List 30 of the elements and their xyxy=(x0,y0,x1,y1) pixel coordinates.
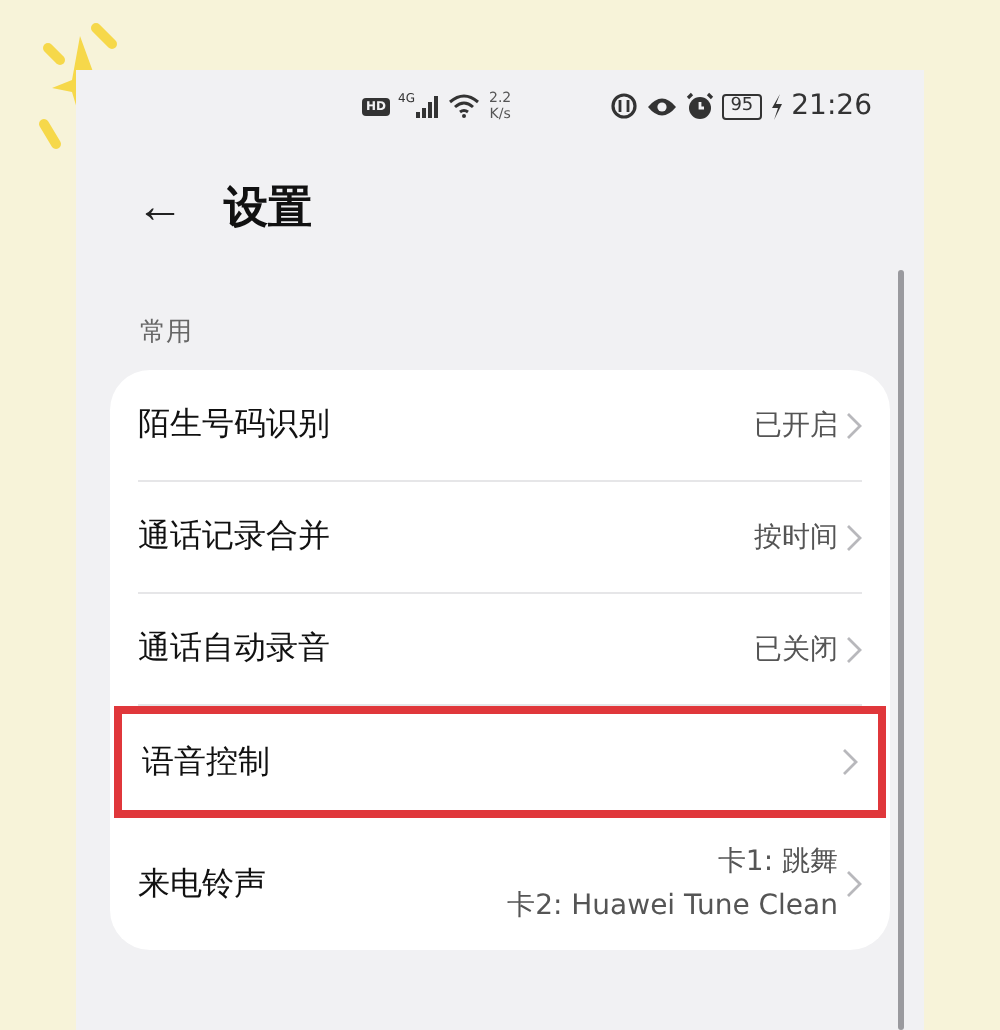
chevron-right-icon xyxy=(846,411,862,439)
status-time: 21:26 xyxy=(791,90,872,122)
row-value: 卡1: 跳舞 xyxy=(717,844,838,880)
eye-icon xyxy=(646,95,679,117)
row-value: 卡2: Huawei Tune Clean xyxy=(507,888,838,924)
battery-icon: 95 xyxy=(722,93,762,119)
row-value: 已开启 xyxy=(754,407,838,443)
alarm-icon xyxy=(686,92,715,120)
wifi-icon xyxy=(448,94,481,118)
settings-row[interactable]: 通话记录合并 按时间 xyxy=(138,482,862,594)
signal-icon xyxy=(416,95,441,117)
chevron-right-icon xyxy=(842,748,858,776)
row-label: 通话记录合并 xyxy=(138,516,332,558)
row-value: 已关闭 xyxy=(754,631,838,667)
row-value: 按时间 xyxy=(754,519,838,555)
chevron-right-icon xyxy=(846,523,862,551)
charging-icon xyxy=(769,93,784,119)
page-title: 设置 xyxy=(224,182,312,238)
row-label: 来电铃声 xyxy=(138,863,268,905)
row-label: 通话自动录音 xyxy=(138,628,332,670)
settings-row[interactable]: 语音控制 xyxy=(114,706,886,818)
back-button[interactable]: ← xyxy=(136,184,184,232)
section-label: 常用 xyxy=(138,316,194,352)
settings-row[interactable]: 来电铃声 卡1: 跳舞 卡2: Huawei Tune Clean xyxy=(138,818,862,950)
row-label: 语音控制 xyxy=(142,741,272,783)
chevron-right-icon xyxy=(846,870,862,898)
settings-row[interactable]: 陌生号码识别 已开启 xyxy=(138,370,862,482)
settings-row[interactable]: 通话自动录音 已关闭 xyxy=(138,594,862,706)
chevron-right-icon xyxy=(846,635,862,663)
row-label: 陌生号码识别 xyxy=(138,404,332,446)
